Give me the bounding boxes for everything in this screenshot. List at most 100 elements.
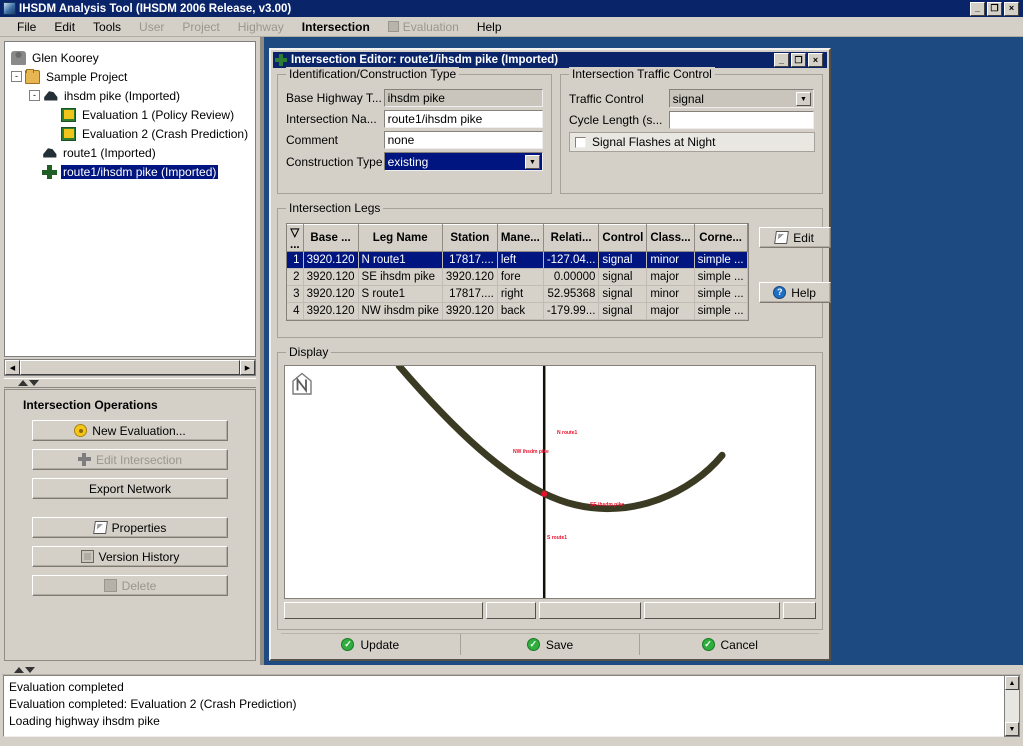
chevron-down-icon[interactable]: ▼ [525, 155, 540, 169]
col-index[interactable]: ▽ ... [287, 224, 304, 252]
intersection-name-input[interactable]: route1/ihsdm pike [383, 110, 543, 128]
work-area: Glen Koorey - Sample Project - ihsdm pik… [0, 37, 1023, 665]
cancel-button[interactable]: ✓ Cancel [640, 634, 819, 655]
help-button[interactable]: ? Help [758, 282, 831, 303]
menu-file[interactable]: File [8, 18, 45, 36]
scroll-segment[interactable] [782, 602, 817, 619]
menu-intersection[interactable]: Intersection [293, 18, 379, 36]
col-class[interactable]: Class... [646, 224, 695, 252]
scroll-up-icon[interactable]: ▲ [1005, 676, 1019, 690]
splitter-up-icon[interactable] [18, 380, 28, 386]
col-station[interactable]: Station [442, 224, 498, 252]
status-log-scrollbar[interactable]: ▲ ▼ [1004, 675, 1020, 737]
new-evaluation-button[interactable]: New Evaluation... [32, 420, 228, 441]
close-icon[interactable]: × [1004, 1, 1019, 16]
scroll-down-icon[interactable]: ▼ [1005, 722, 1019, 736]
splitter-down-icon[interactable] [29, 380, 39, 386]
col-relative[interactable]: Relati... [543, 224, 600, 252]
dialog-action-bar: ✓ Update ✓ Save ✓ Cancel [281, 633, 819, 655]
display-scroll-segments[interactable] [284, 602, 817, 619]
intersection-legs-group: Intersection Legs ▽ ... Base ... Leg Nam… [277, 201, 831, 338]
scroll-segment[interactable] [485, 602, 537, 619]
base-highway-field: ihsdm pike [383, 89, 543, 107]
base-highway-row: Base Highway T... ihsdm pike [286, 89, 543, 107]
tree-horizontal-scrollbar[interactable]: ◀ ▶ [4, 359, 256, 376]
tree-item-intersection-route1-ihsdm-pike[interactable]: route1/ihsdm pike (Imported) [9, 162, 251, 181]
splitter-down-icon[interactable] [25, 666, 35, 673]
scroll-track[interactable] [20, 360, 240, 375]
intersection-name-row: Intersection Na... route1/ihsdm pike [286, 110, 543, 128]
legs-table[interactable]: ▽ ... Base ... Leg Name Station Mane... … [286, 223, 749, 321]
col-control[interactable]: Control [598, 224, 648, 252]
save-button[interactable]: ✓ Save [461, 634, 641, 655]
scroll-thumb[interactable] [20, 360, 240, 375]
tree-item-highway-route1[interactable]: route1 (Imported) [9, 143, 251, 162]
tree-item-evaluation-2[interactable]: Evaluation 2 (Crash Prediction) [9, 124, 251, 143]
tree-item-label: Evaluation 1 (Policy Review) [82, 107, 235, 122]
construction-type-value: existing [387, 154, 429, 169]
version-history-button[interactable]: Version History [32, 546, 228, 567]
traffic-control-row: Traffic Control signal ▼ [569, 89, 814, 108]
edit-leg-button[interactable]: Edit [758, 227, 831, 248]
highway-icon [44, 91, 58, 101]
dialog-title: Intersection Editor: route1/ihsdm pike (… [291, 54, 559, 66]
tree-item-evaluation-1[interactable]: Evaluation 1 (Policy Review) [9, 105, 251, 124]
scroll-right-icon[interactable]: ▶ [240, 360, 255, 375]
scroll-segment[interactable] [643, 602, 780, 619]
table-row[interactable]: 3 3920.120 S route1 17817.... right 52.9… [287, 285, 748, 303]
cycle-length-input[interactable] [668, 111, 814, 129]
tree-splitter[interactable] [4, 378, 256, 388]
signal-flashes-checkbox[interactable] [575, 136, 586, 148]
traffic-control-select[interactable]: signal ▼ [668, 89, 814, 108]
status-log-text[interactable]: Evaluation completed Evaluation complete… [3, 675, 1006, 737]
dialog-close-icon[interactable]: × [808, 53, 823, 67]
table-row[interactable]: 4 3920.120 NW ihsdm pike 3920.120 back -… [287, 302, 748, 320]
col-corner[interactable]: Corne... [694, 224, 748, 252]
tree-item-highway-ihsdm-pike[interactable]: - ihsdm pike (Imported) [9, 86, 251, 105]
expander-icon[interactable]: - [11, 71, 22, 82]
properties-button[interactable]: Properties [32, 517, 228, 538]
expander-icon[interactable]: - [29, 90, 40, 101]
scroll-segment[interactable] [284, 602, 483, 619]
status-splitter[interactable] [2, 665, 1021, 675]
intersection-map-canvas[interactable]: N route1 NW ihsdm pike SE ihsdm pike S r… [284, 365, 816, 599]
tree-item-user[interactable]: Glen Koorey [9, 48, 251, 67]
menu-evaluation-label: Evaluation [402, 19, 459, 34]
table-row[interactable]: 1 3920.120 N route1 17817.... left -127.… [287, 251, 748, 269]
comment-input[interactable]: none [383, 131, 543, 149]
ihsdm-pike-alignment [395, 366, 726, 513]
col-maneuver[interactable]: Mane... [497, 224, 544, 252]
cell-leg-name: NW ihsdm pike [358, 302, 443, 320]
col-leg-name[interactable]: Leg Name [358, 224, 443, 252]
dialog-restore-icon[interactable]: ❐ [791, 53, 806, 67]
project-tree[interactable]: Glen Koorey - Sample Project - ihsdm pik… [4, 41, 256, 357]
construction-type-select[interactable]: existing ▼ [383, 152, 543, 171]
menu-tools[interactable]: Tools [84, 18, 130, 36]
restore-icon[interactable]: ❐ [987, 1, 1002, 16]
map-label-n-route1: N route1 [557, 430, 578, 436]
menu-project: Project [182, 19, 220, 34]
scroll-left-icon[interactable]: ◀ [5, 360, 20, 375]
minimize-icon[interactable]: _ [970, 1, 985, 16]
table-row[interactable]: 2 3920.120 SE ihsdm pike 3920.120 fore 0… [287, 268, 748, 286]
chevron-down-icon[interactable]: ▼ [796, 92, 811, 106]
cell-class: minor [646, 285, 695, 303]
person-icon [11, 50, 26, 65]
menu-edit[interactable]: Edit [45, 18, 84, 36]
export-network-button[interactable]: Export Network [32, 478, 228, 499]
cell-class: minor [646, 251, 695, 269]
delete-button: Delete [32, 575, 228, 596]
cell-maneuver: left [497, 251, 544, 269]
scroll-segment[interactable] [539, 602, 641, 619]
update-button[interactable]: ✓ Update [281, 634, 461, 655]
col-base[interactable]: Base ... [303, 224, 359, 252]
display-group: Display N route1 NW ihsdm pike SE ihsdm … [277, 345, 823, 630]
splitter-up-icon[interactable] [14, 666, 24, 673]
dialog-minimize-icon[interactable]: _ [774, 53, 789, 67]
signal-flashes-row[interactable]: Signal Flashes at Night [569, 132, 815, 152]
menu-help[interactable]: Help [468, 18, 511, 36]
menu-evaluation: Evaluation [379, 18, 468, 36]
cell-station: 3920.120 [442, 268, 498, 286]
scroll-track[interactable] [1005, 690, 1019, 722]
tree-item-project[interactable]: - Sample Project [9, 67, 251, 86]
